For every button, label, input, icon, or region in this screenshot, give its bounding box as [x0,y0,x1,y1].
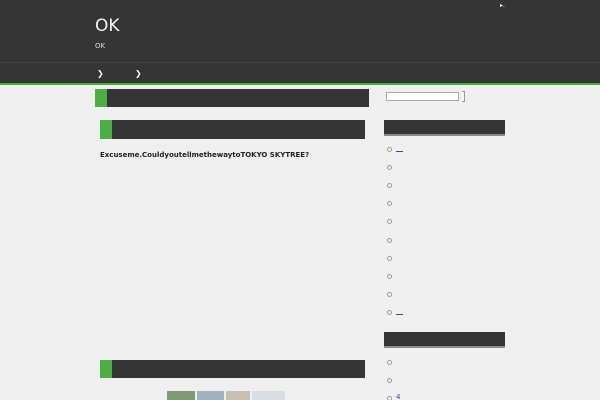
list-item-link[interactable]: __ [396,307,403,316]
bullet-icon [387,292,392,297]
thumbnail-image[interactable] [167,391,195,400]
site-description: OK [95,42,106,50]
widget-heading [384,120,505,136]
main-nav: ❯ ❯ [0,62,600,85]
search-button[interactable] [462,91,465,102]
section-heading-accent [100,120,112,139]
site-header: OK OK ▸. [0,0,600,62]
list-item[interactable] [387,376,487,385]
list-item-link[interactable]: __ [396,144,403,153]
list-item[interactable] [387,181,487,190]
bullet-icon [387,310,392,315]
widget-heading [384,332,505,348]
bullet-icon [387,201,392,206]
bullet-icon [387,256,392,261]
list-item[interactable] [387,217,487,226]
related-heading-bar [100,360,365,378]
bullet-icon [387,274,392,279]
list-item[interactable] [387,236,487,245]
list-item[interactable]: __ [387,307,487,317]
breadcrumb-accent [95,89,107,107]
list-item[interactable] [387,358,487,367]
bullet-icon [387,238,392,243]
thumbnail-image[interactable] [252,391,285,400]
bullet-icon [387,183,392,188]
section-heading-bar [100,120,365,139]
list-item[interactable] [387,290,487,299]
post-title[interactable]: Excuseme.CouldyoutellmethewaytoTOKYO SKY… [100,151,309,160]
thumbnail-image[interactable] [226,391,250,400]
nav-item-1[interactable]: ❯ [97,69,104,78]
bullet-icon [387,396,392,400]
thumbnail-image[interactable] [197,391,224,400]
related-heading-accent [100,360,112,378]
rss-icon[interactable]: ▸. [500,3,505,9]
list-item[interactable]: __ [387,144,487,154]
list-item[interactable] [387,199,487,208]
thumbnail-strip [167,391,297,400]
list-item-link[interactable]: 4 [396,393,400,400]
site-title[interactable]: OK [95,16,120,36]
nav-item-2[interactable]: ❯ [135,69,142,78]
bullet-icon [387,147,392,152]
breadcrumb-bar [95,89,369,107]
list-item[interactable] [387,272,487,281]
list-item[interactable] [387,163,487,172]
search-input[interactable] [386,92,459,101]
bullet-icon [387,378,392,383]
list-item[interactable]: 4 [387,393,487,400]
bullet-icon [387,165,392,170]
bullet-icon [387,219,392,224]
list-item[interactable] [387,254,487,263]
bullet-icon [387,360,392,365]
